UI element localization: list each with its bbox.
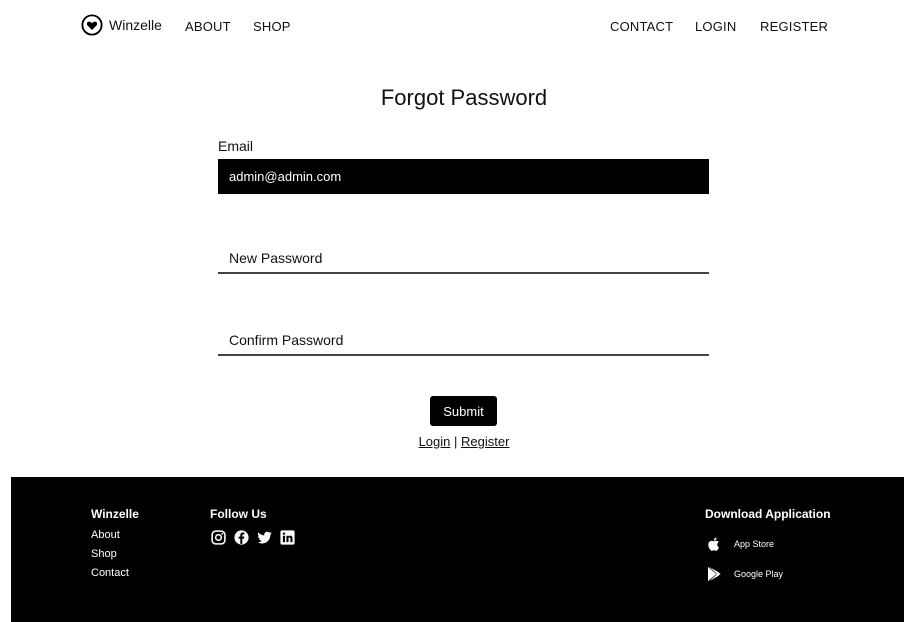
top-navbar: Winzelle ABOUT SHOP CONTACT LOGIN REGIST… — [0, 0, 904, 54]
nav-about[interactable]: ABOUT — [185, 19, 231, 34]
apple-icon — [708, 537, 719, 551]
heart-logo-icon — [81, 14, 103, 36]
footer-link-shop[interactable]: Shop — [91, 548, 139, 560]
social-icons — [210, 529, 296, 546]
email-label: Email — [218, 138, 254, 154]
follow-us-heading: Follow Us — [210, 507, 267, 521]
register-link[interactable]: Register — [461, 434, 509, 449]
facebook-icon[interactable] — [233, 529, 250, 546]
google-play-link[interactable]: Google Play — [705, 565, 831, 583]
auth-links: Login | Register — [0, 434, 904, 449]
footer-link-about[interactable]: About — [91, 529, 139, 541]
app-store-link[interactable]: App Store — [705, 535, 831, 553]
submit-button[interactable]: Submit — [430, 396, 497, 426]
linkedin-icon[interactable] — [279, 529, 296, 546]
page-title: Forgot Password — [380, 85, 548, 110]
confirm-password-field[interactable] — [218, 326, 709, 356]
login-link[interactable]: Login — [419, 434, 451, 449]
download-heading: Download Application — [705, 507, 831, 521]
twitter-icon[interactable] — [256, 529, 273, 546]
new-password-field[interactable] — [218, 244, 709, 274]
brand-name: Winzelle — [109, 17, 162, 33]
link-separator: | — [454, 434, 458, 449]
google-play-icon — [708, 566, 721, 582]
nav-register[interactable]: REGISTER — [760, 19, 828, 34]
instagram-icon[interactable] — [210, 529, 227, 546]
footer-brand-heading: Winzelle — [91, 507, 139, 521]
nav-contact[interactable]: CONTACT — [610, 19, 673, 34]
email-field[interactable] — [218, 159, 709, 194]
nav-shop[interactable]: SHOP — [253, 19, 291, 34]
google-play-label: Google Play — [734, 569, 784, 579]
app-store-label: App Store — [734, 539, 775, 549]
brand-logo-link[interactable]: Winzelle — [81, 14, 162, 36]
footer-download-column: Download Application App Store Google Pl… — [705, 507, 831, 583]
site-footer: Winzelle About Shop Contact Follow Us Do… — [11, 477, 904, 622]
footer-social-column: Follow Us — [210, 507, 296, 546]
footer-links-column: Winzelle About Shop Contact — [91, 507, 139, 586]
nav-login[interactable]: LOGIN — [695, 19, 736, 34]
footer-link-contact[interactable]: Contact — [91, 567, 139, 579]
